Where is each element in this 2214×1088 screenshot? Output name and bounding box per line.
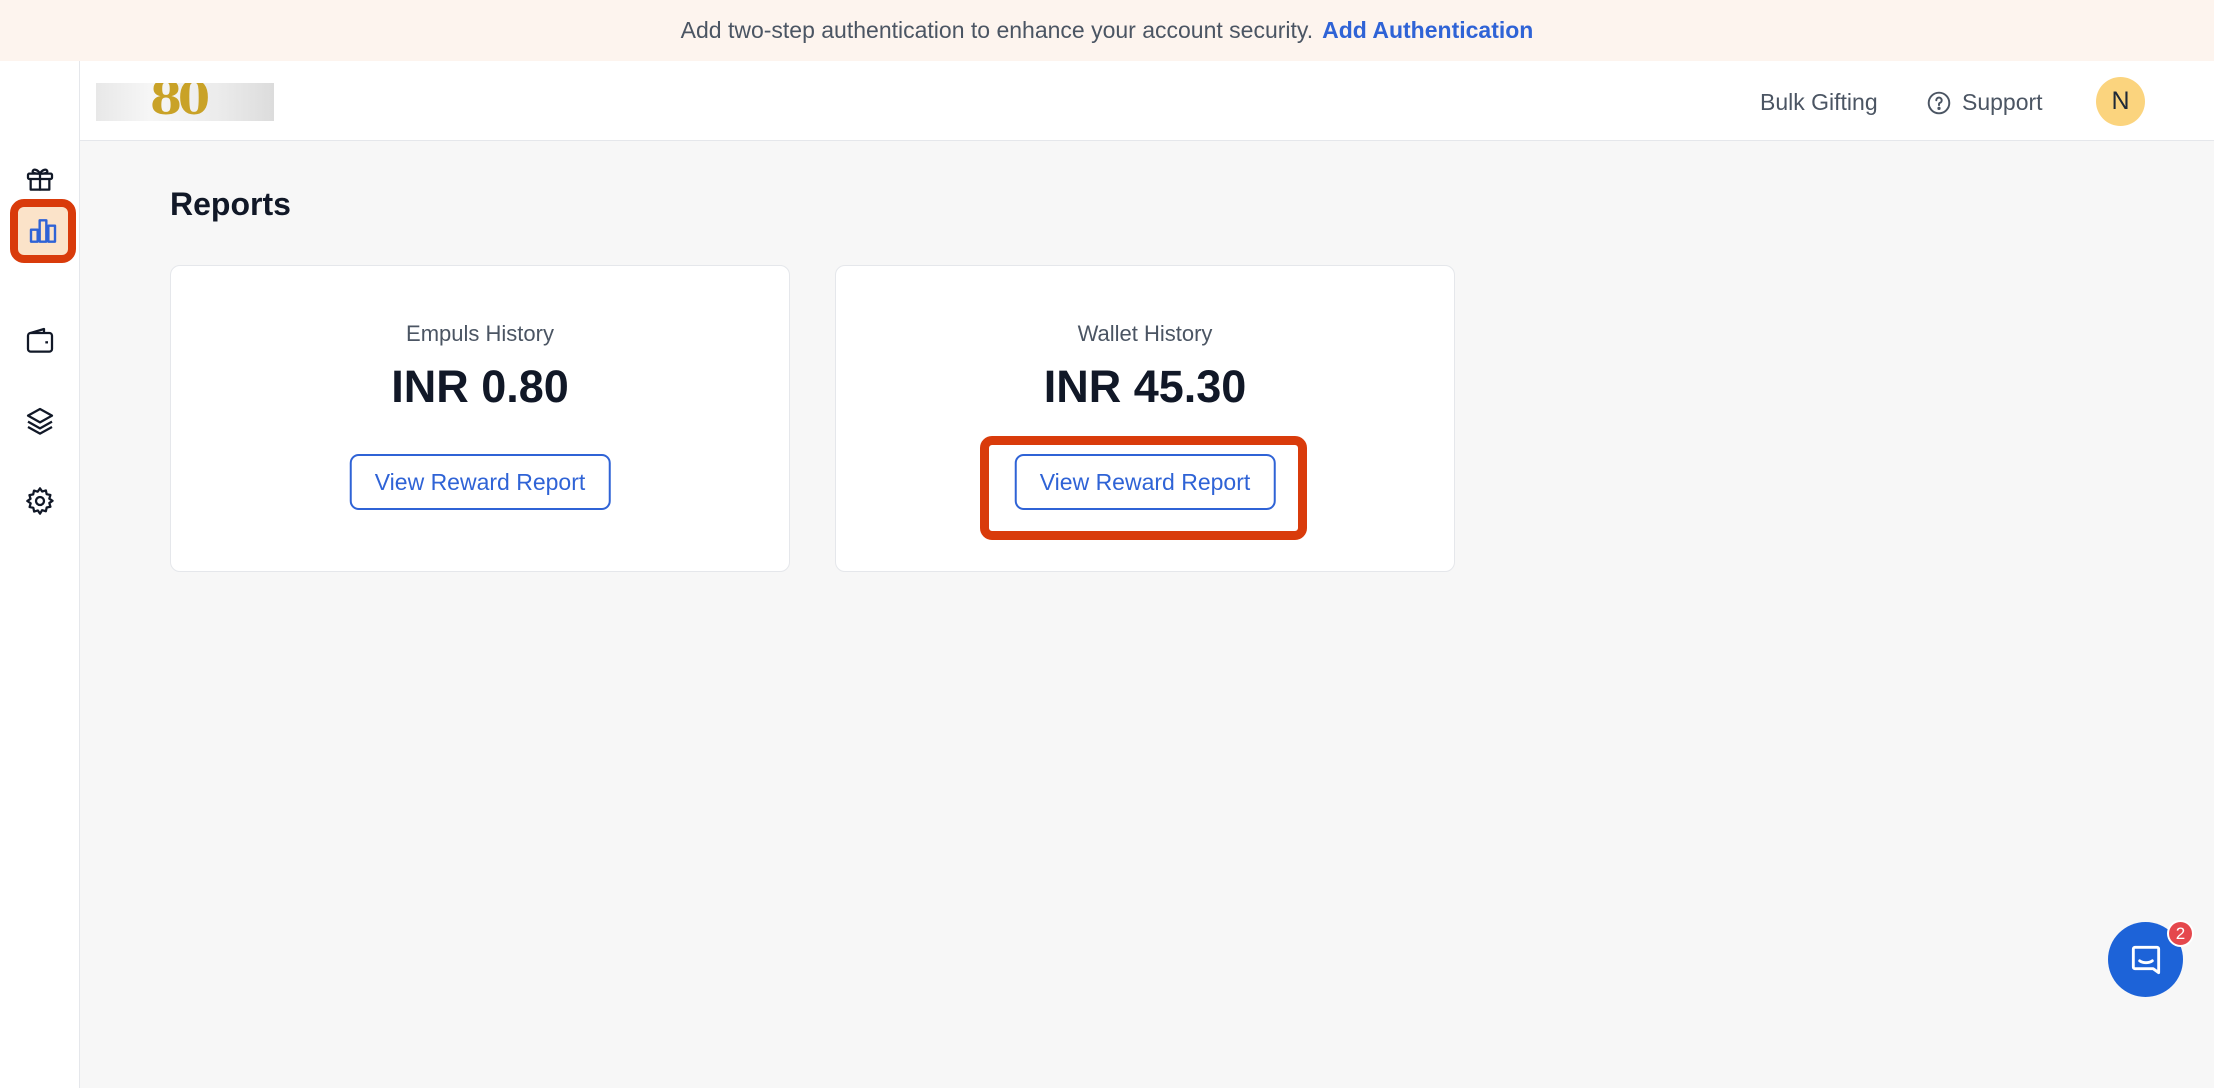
chat-launcher-button[interactable]: 2 [2108, 920, 2194, 997]
banner-message: Add two-step authentication to enhance y… [680, 17, 1314, 43]
notification-badge: 2 [2167, 920, 2194, 947]
company-logo[interactable]: 80 [96, 83, 274, 121]
card-label: Wallet History [1077, 321, 1213, 346]
view-reward-report-button[interactable]: View Reward Report [1014, 454, 1276, 510]
logo-mark: 80 [150, 83, 210, 121]
page-title: Reports [170, 186, 291, 222]
gear-icon [26, 487, 54, 515]
user-avatar[interactable]: N [2096, 77, 2145, 126]
reports-active-highlight [10, 199, 76, 263]
wallet-icon [26, 327, 54, 353]
card-amount: INR 45.30 [1043, 361, 1247, 412]
bulk-gifting-label: Bulk Gifting [1760, 89, 1878, 115]
card-amount: INR 0.80 [391, 361, 569, 412]
bulk-gifting-link[interactable]: Bulk Gifting [1760, 89, 1878, 116]
card-label: Empuls History [406, 321, 554, 346]
view-reward-report-button[interactable]: View Reward Report [349, 454, 611, 510]
bar-chart-icon [29, 219, 57, 243]
sidebar [0, 61, 80, 1088]
add-authentication-link[interactable]: Add Authentication [1322, 17, 1533, 44]
support-label: Support [1962, 89, 2043, 115]
support-link[interactable]: Support [1926, 89, 2043, 116]
top-bar: 80 Bulk Gifting Support N [80, 61, 2214, 141]
sidebar-item-reports[interactable] [6, 193, 80, 269]
sidebar-item-wallet[interactable] [0, 311, 80, 371]
help-circle-icon [1927, 91, 1951, 114]
sidebar-item-catalog[interactable] [0, 391, 80, 451]
empuls-history-card: Empuls History INR 0.80 View Reward Repo… [170, 265, 790, 572]
sidebar-item-settings[interactable] [0, 471, 80, 531]
wallet-history-card: Wallet History INR 45.30 View Reward Rep… [835, 265, 1455, 572]
layers-icon [26, 407, 54, 435]
chat-icon [2131, 945, 2160, 974]
security-banner: Add two-step authentication to enhance y… [0, 0, 2214, 61]
gift-icon [26, 168, 54, 191]
